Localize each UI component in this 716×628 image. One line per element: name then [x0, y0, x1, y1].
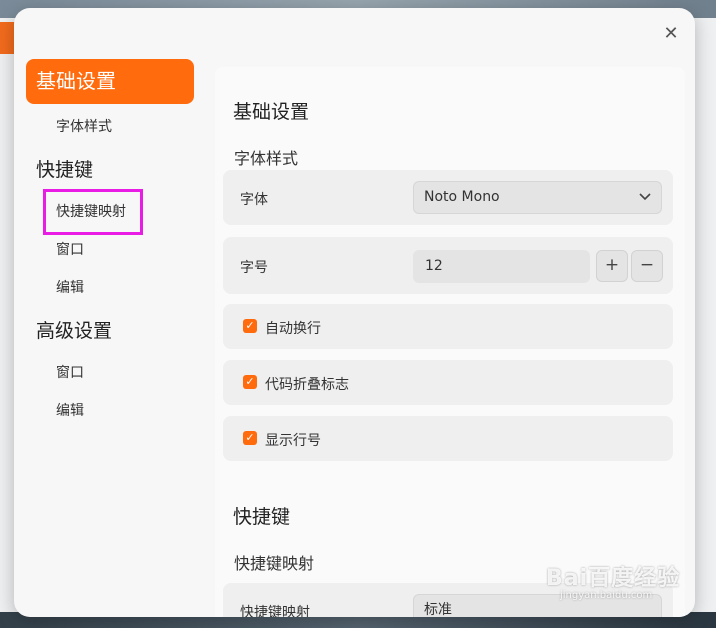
sidebar-group-shortcuts[interactable]: 快捷键 [36, 155, 93, 182]
word-wrap-checkbox[interactable]: ✓ [243, 319, 257, 333]
font-size-label: 字号 [240, 260, 268, 276]
font-label: 字体 [240, 192, 268, 208]
watermark-logo: Bai百度经验 [546, 566, 681, 591]
settings-content[interactable]: 基础设置 字体样式 字体 Noto Mono 字号 12 + − ✓ 自动换行 [215, 67, 685, 617]
font-size-input[interactable]: 12 [413, 250, 590, 283]
line-number-label: 显示行号 [265, 433, 321, 449]
code-fold-row: ✓ 代码折叠标志 [223, 360, 673, 405]
sidebar-item-advanced-edit[interactable]: 编辑 [56, 400, 84, 420]
sidebar-item-shortcut-map[interactable]: 快捷键映射 [56, 201, 126, 221]
font-select-value: Noto Mono [424, 189, 500, 205]
decrease-button[interactable]: − [631, 250, 663, 282]
line-number-checkbox[interactable]: ✓ [243, 431, 257, 445]
shortcut-map-label: 快捷键映射 [240, 605, 310, 617]
sidebar-item-edit[interactable]: 编辑 [56, 277, 84, 297]
close-icon[interactable]: ✕ [660, 23, 682, 45]
font-size-row: 字号 12 + − [223, 237, 673, 294]
increase-button[interactable]: + [596, 250, 628, 282]
font-select[interactable]: Noto Mono [413, 181, 662, 214]
chevron-down-icon [639, 182, 651, 225]
sidebar-item-advanced-window[interactable]: 窗口 [56, 362, 84, 382]
code-fold-label: 代码折叠标志 [265, 377, 349, 393]
sidebar-item-font-style[interactable]: 字体样式 [56, 116, 112, 136]
word-wrap-label: 自动换行 [265, 321, 321, 337]
settings-dialog: ✕ 基础设置 字体样式 快捷键 快捷键映射 窗口 编辑 高级设置 窗口 编辑 基… [14, 8, 695, 617]
shortcut-map-value: 标准 [424, 602, 452, 617]
sidebar-item-basic-settings[interactable]: 基础设置 [26, 59, 194, 104]
section-title-shortcuts: 快捷键 [233, 506, 291, 528]
sidebar-item-window[interactable]: 窗口 [56, 239, 84, 259]
baidu-watermark: Bai百度经验 jingyan.baidu.com [546, 560, 681, 606]
settings-sidebar: 基础设置 字体样式 快捷键 快捷键映射 窗口 编辑 高级设置 窗口 编辑 [14, 8, 214, 617]
watermark-url: jingyan.baidu.com [560, 590, 653, 601]
word-wrap-row: ✓ 自动换行 [223, 304, 673, 349]
subsection-title-font-style: 字体样式 [234, 149, 299, 168]
section-title-basic: 基础设置 [233, 101, 310, 123]
font-row: 字体 Noto Mono [223, 170, 673, 225]
line-number-row: ✓ 显示行号 [223, 416, 673, 461]
subsection-title-shortcut-map: 快捷键映射 [234, 554, 315, 573]
code-fold-checkbox[interactable]: ✓ [243, 375, 257, 389]
sidebar-group-advanced[interactable]: 高级设置 [36, 316, 112, 343]
